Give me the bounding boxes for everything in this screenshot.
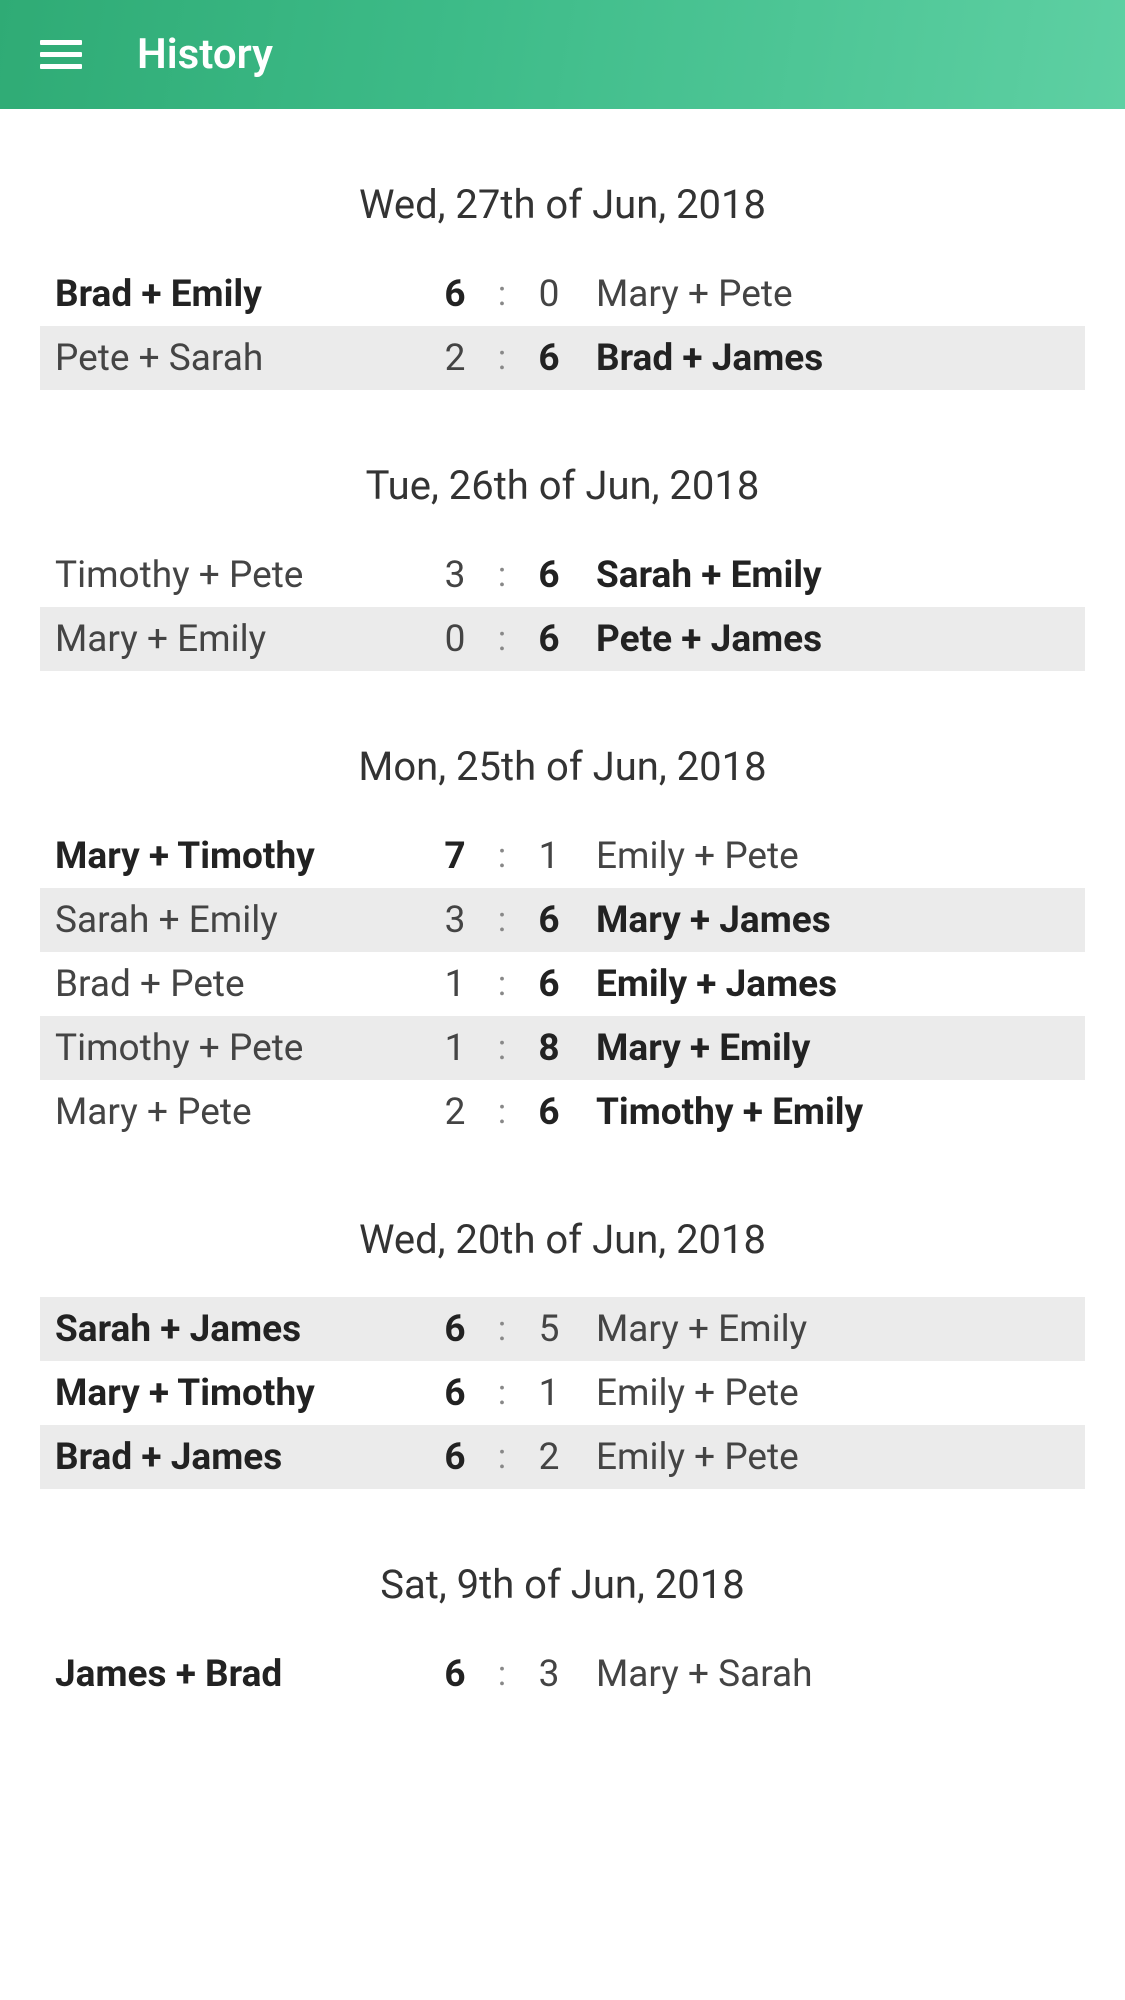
team-1: Mary + Pete xyxy=(40,1094,426,1131)
score-separator: : xyxy=(484,1031,520,1065)
team-2: Emily + Pete xyxy=(578,1375,1085,1412)
team-1: Pete + Sarah xyxy=(40,340,426,377)
date-header: Tue, 26th of Jun, 2018 xyxy=(40,462,1085,509)
score-separator: : xyxy=(484,839,520,873)
score-1: 3 xyxy=(426,557,484,594)
date-header: Wed, 27th of Jun, 2018 xyxy=(40,181,1085,228)
menu-icon[interactable] xyxy=(40,34,82,76)
score-1: 2 xyxy=(426,1094,484,1131)
score-separator: : xyxy=(484,903,520,937)
team-2: Mary + Pete xyxy=(578,276,1085,313)
match-row[interactable]: Mary + Pete2:6Timothy + Emily xyxy=(40,1080,1085,1144)
team-1: Sarah + Emily xyxy=(40,902,426,939)
date-section: Mon, 25th of Jun, 2018Mary + Timothy7:1E… xyxy=(40,743,1085,1144)
score-1: 6 xyxy=(426,1439,484,1476)
score-2: 1 xyxy=(520,1375,578,1412)
team-1: Mary + Timothy xyxy=(40,838,426,875)
date-section: Wed, 27th of Jun, 2018Brad + Emily6:0Mar… xyxy=(40,181,1085,390)
score-1: 3 xyxy=(426,902,484,939)
score-2: 6 xyxy=(520,1094,578,1131)
score-2: 6 xyxy=(520,621,578,658)
date-section: Wed, 20th of Jun, 2018Sarah + James6:5Ma… xyxy=(40,1216,1085,1489)
match-row[interactable]: Timothy + Pete1:8Mary + Emily xyxy=(40,1016,1085,1080)
score-1: 6 xyxy=(426,1656,484,1693)
match-row[interactable]: James + Brad6:3Mary + Sarah xyxy=(40,1642,1085,1706)
team-2: Emily + Pete xyxy=(578,1439,1085,1476)
match-row[interactable]: Mary + Timothy6:1Emily + Pete xyxy=(40,1361,1085,1425)
team-1: James + Brad xyxy=(40,1656,426,1693)
team-1: Brad + Pete xyxy=(40,966,426,1003)
match-row[interactable]: Sarah + James6:5Mary + Emily xyxy=(40,1297,1085,1361)
match-row[interactable]: Mary + Timothy7:1Emily + Pete xyxy=(40,824,1085,888)
score-separator: : xyxy=(484,1095,520,1129)
score-separator: : xyxy=(484,1440,520,1474)
team-2: Sarah + Emily xyxy=(578,557,1085,594)
history-list: Wed, 27th of Jun, 2018Brad + Emily6:0Mar… xyxy=(0,181,1125,1706)
score-1: 0 xyxy=(426,621,484,658)
team-2: Mary + Emily xyxy=(578,1030,1085,1067)
match-row[interactable]: Brad + Pete1:6Emily + James xyxy=(40,952,1085,1016)
score-separator: : xyxy=(484,1312,520,1346)
match-row[interactable]: Timothy + Pete3:6Sarah + Emily xyxy=(40,543,1085,607)
team-2: Pete + James xyxy=(578,621,1085,658)
score-separator: : xyxy=(484,341,520,375)
score-1: 6 xyxy=(426,276,484,313)
score-separator: : xyxy=(484,277,520,311)
score-1: 1 xyxy=(426,966,484,1003)
team-1: Timothy + Pete xyxy=(40,557,426,594)
team-1: Mary + Emily xyxy=(40,621,426,658)
date-section: Sat, 9th of Jun, 2018 James + Brad6:3Mary… xyxy=(40,1561,1085,1706)
team-1: Timothy + Pete xyxy=(40,1030,426,1067)
score-1: 1 xyxy=(426,1030,484,1067)
date-header: Sat, 9th of Jun, 2018 xyxy=(40,1561,1085,1608)
score-2: 2 xyxy=(520,1439,578,1476)
score-2: 6 xyxy=(520,557,578,594)
score-2: 6 xyxy=(520,966,578,1003)
team-1: Brad + Emily xyxy=(40,276,426,313)
score-2: 1 xyxy=(520,838,578,875)
score-1: 6 xyxy=(426,1311,484,1348)
score-2: 6 xyxy=(520,340,578,377)
date-header: Wed, 20th of Jun, 2018 xyxy=(40,1216,1085,1263)
team-1: Mary + Timothy xyxy=(40,1375,426,1412)
team-2: Timothy + Emily xyxy=(578,1094,1085,1131)
app-header: History xyxy=(0,0,1125,109)
score-separator: : xyxy=(484,1657,520,1691)
team-2: Mary + Emily xyxy=(578,1311,1085,1348)
match-row[interactable]: Sarah + Emily3:6Mary + James xyxy=(40,888,1085,952)
page-title: History xyxy=(137,30,273,79)
score-separator: : xyxy=(484,1376,520,1410)
score-2: 3 xyxy=(520,1656,578,1693)
team-2: Mary + Sarah xyxy=(578,1656,1085,1693)
match-row[interactable]: Brad + Emily6:0Mary + Pete xyxy=(40,262,1085,326)
date-header: Mon, 25th of Jun, 2018 xyxy=(40,743,1085,790)
score-1: 7 xyxy=(426,838,484,875)
team-1: Brad + James xyxy=(40,1439,426,1476)
score-1: 6 xyxy=(426,1375,484,1412)
team-2: Emily + James xyxy=(578,966,1085,1003)
match-row[interactable]: Brad + James6:2Emily + Pete xyxy=(40,1425,1085,1489)
team-2: Mary + James xyxy=(578,902,1085,939)
score-2: 5 xyxy=(520,1311,578,1348)
score-2: 6 xyxy=(520,902,578,939)
score-separator: : xyxy=(484,967,520,1001)
team-2: Emily + Pete xyxy=(578,838,1085,875)
team-1: Sarah + James xyxy=(40,1311,426,1348)
team-2: Brad + James xyxy=(578,340,1085,377)
match-row[interactable]: Pete + Sarah2:6Brad + James xyxy=(40,326,1085,390)
score-separator: : xyxy=(484,622,520,656)
match-row[interactable]: Mary + Emily0:6Pete + James xyxy=(40,607,1085,671)
date-section: Tue, 26th of Jun, 2018 Timothy + Pete3:6S… xyxy=(40,462,1085,671)
score-separator: : xyxy=(484,558,520,592)
score-1: 2 xyxy=(426,340,484,377)
score-2: 8 xyxy=(520,1030,578,1067)
score-2: 0 xyxy=(520,276,578,313)
